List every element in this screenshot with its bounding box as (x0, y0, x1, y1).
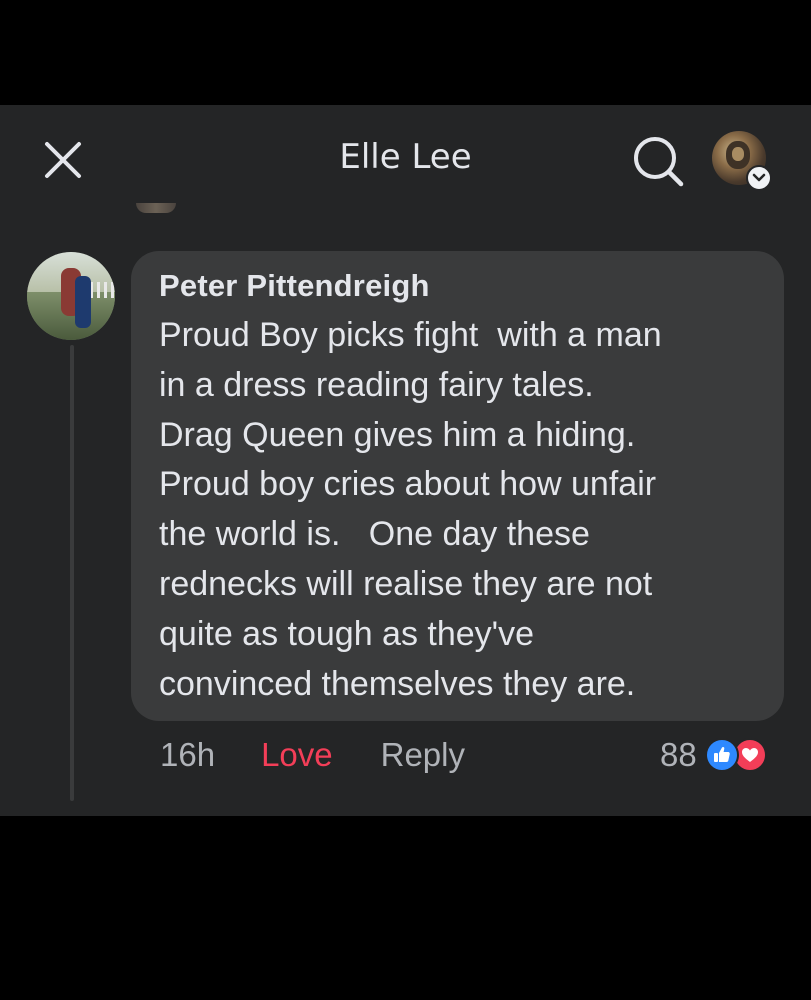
comment-line: Proud boy cries about how unfair (159, 465, 657, 504)
comment-line: Drag Queen gives him a hiding. (159, 415, 636, 454)
comment-text: Proud Boy picks fight with a man in a dr… (159, 311, 756, 709)
comment-line: rednecks will realise they are not (159, 564, 653, 603)
chevron-down-icon (752, 173, 766, 182)
search-button[interactable] (630, 133, 686, 189)
comment-line: in a dress reading fairy tales. (159, 365, 594, 404)
comment-line: convinced themselves they are. (159, 664, 636, 703)
love-reaction-button[interactable]: Love (261, 736, 333, 774)
profile-menu-button[interactable] (708, 131, 774, 191)
search-icon (634, 137, 684, 187)
comment-actions: 16h Love Reply (160, 733, 465, 777)
close-button[interactable] (40, 137, 86, 183)
previous-comment-avatar-fragment (136, 203, 176, 213)
close-icon (45, 142, 81, 178)
reaction-summary[interactable]: 88 (660, 733, 767, 777)
header: Elle Lee (0, 105, 811, 205)
like-icon (704, 738, 739, 772)
comment-timestamp[interactable]: 16h (160, 736, 215, 774)
reply-button[interactable]: Reply (381, 736, 465, 774)
thread-line (70, 345, 74, 801)
comment-line: quite as tough as they've (159, 614, 535, 653)
comment-line: the world is. One day these (159, 515, 590, 554)
commenter-avatar[interactable] (27, 252, 115, 340)
page-title: Elle Lee (339, 137, 472, 177)
comment-bubble[interactable]: Peter Pittendreigh Proud Boy picks fight… (131, 251, 784, 721)
reaction-count: 88 (660, 736, 697, 773)
comment-screen: Elle Lee Peter Pittendreigh Proud Boy pi… (0, 105, 811, 816)
profile-chevron (746, 165, 772, 191)
commenter-name[interactable]: Peter Pittendreigh (159, 265, 756, 307)
comment-line: Proud Boy picks fight with a man (159, 316, 662, 354)
